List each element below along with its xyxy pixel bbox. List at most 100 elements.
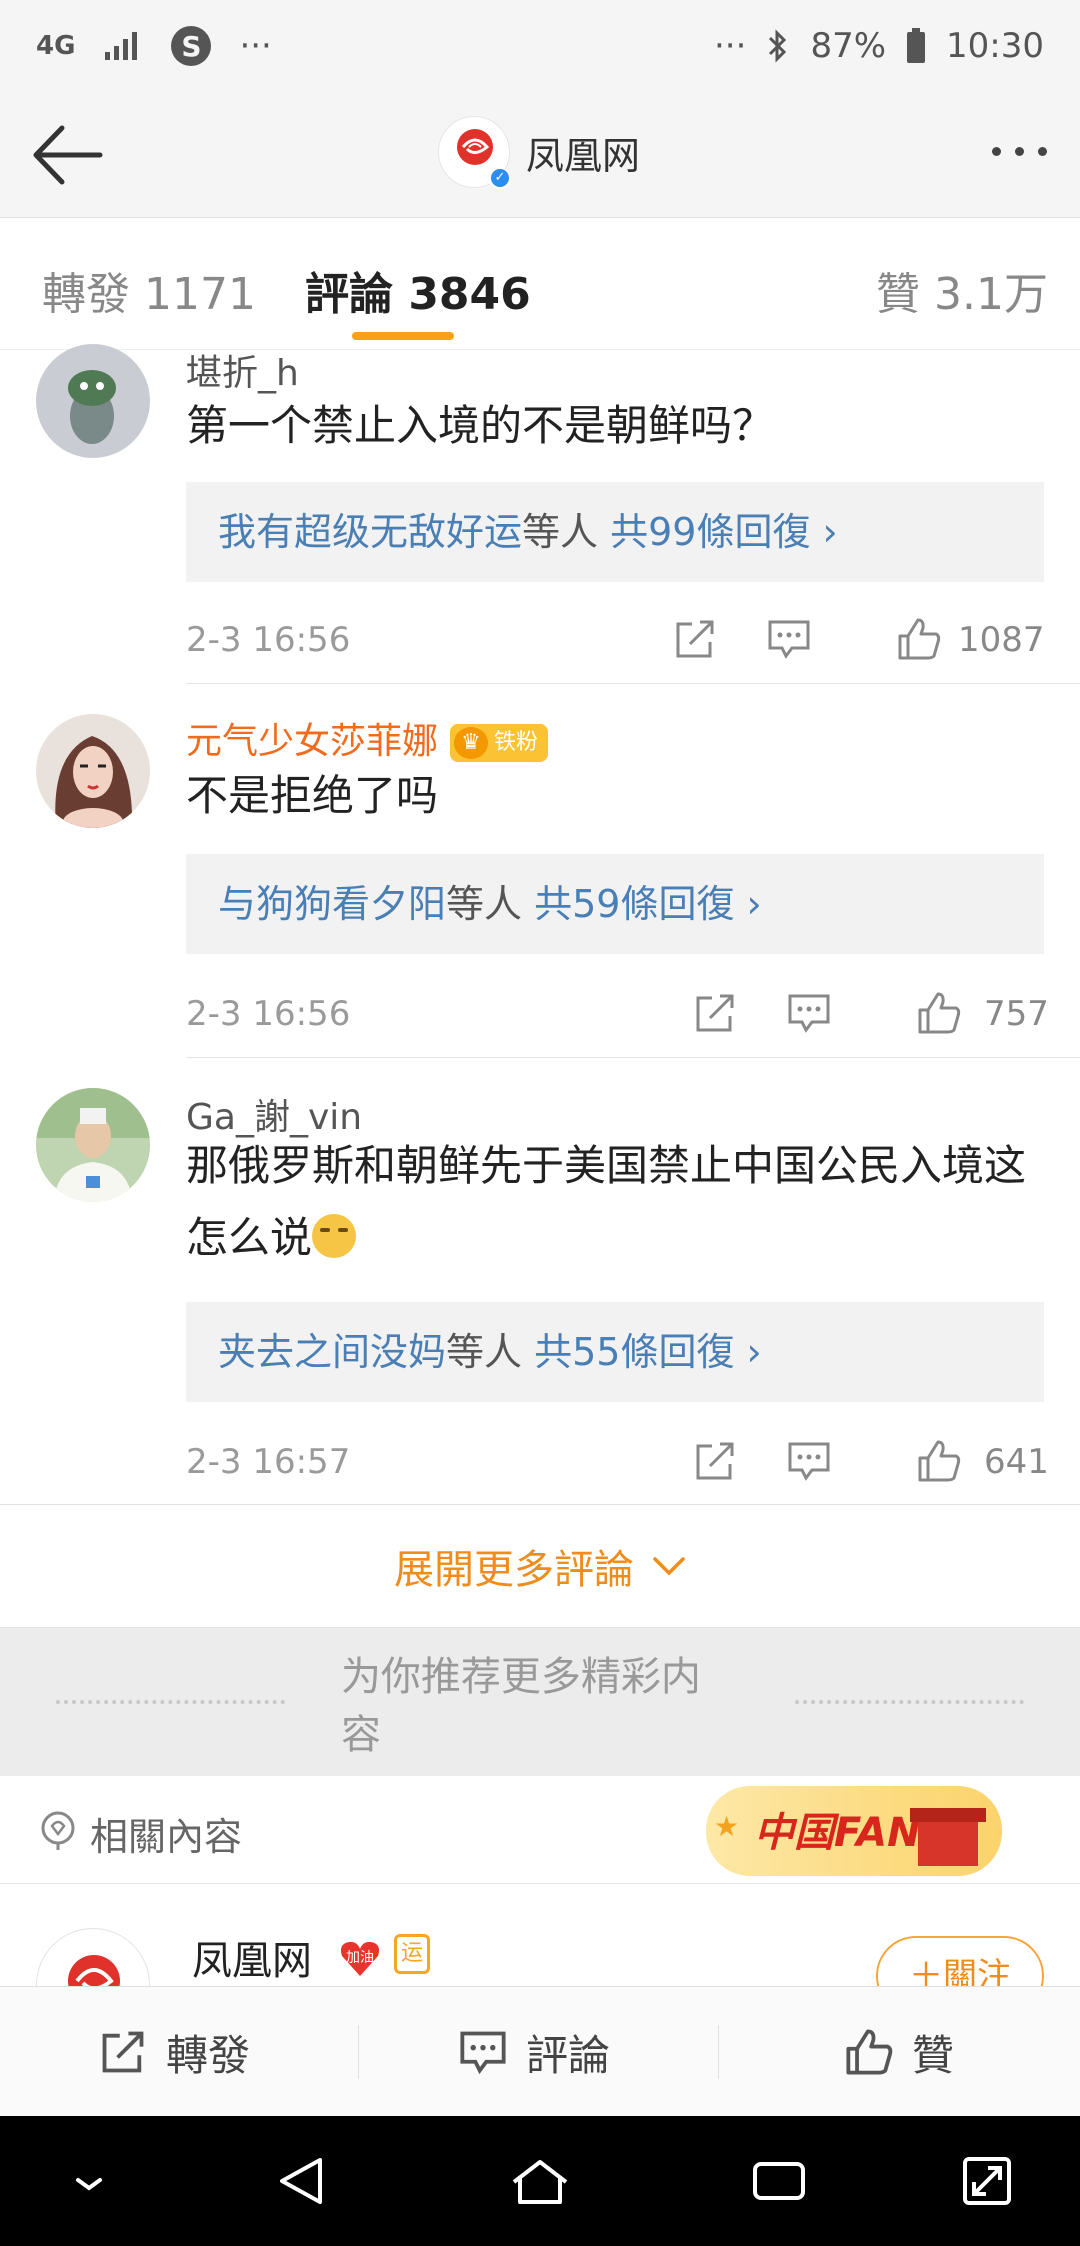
replies-preview[interactable]: 我有超级无敌好运等人 共99條回復 › (186, 482, 1044, 582)
feed-account-name[interactable]: 凤凰网 (192, 1928, 312, 1986)
comment-text-body: 那俄罗斯和朝鲜先于美国禁止中国公民入境这怎么说 (186, 1141, 1027, 1262)
notification-dots: ··· (239, 26, 272, 66)
comment-item: 堪折_h 第一个禁止入境的不是朝鲜吗？ 我有超级无敌好运等人 共99條回復 › … (0, 344, 1080, 684)
fan-badge: ♛ 铁粉 (450, 724, 549, 762)
comment-username[interactable]: 元气少女莎菲娜 ♛ 铁粉 (186, 712, 549, 764)
share-icon[interactable] (692, 990, 738, 1036)
reply-user[interactable]: 与狗狗看夕阳 (218, 882, 446, 926)
divider (358, 2025, 359, 2079)
avatar[interactable] (36, 1928, 150, 1986)
like-count: 757 (984, 994, 1049, 1034)
share-icon[interactable] (672, 616, 718, 662)
comment-icon[interactable] (786, 1438, 832, 1484)
repost-icon (102, 2031, 144, 2073)
status-bar: 4G S ··· ··· 87% 10:30 (0, 0, 1080, 92)
related-label: 相關內容 (90, 1815, 243, 1859)
active-tab-indicator (352, 332, 454, 340)
expand-label: 展開更多評論 (394, 1547, 634, 1593)
comment-item: Ga_謝_vin 那俄罗斯和朝鲜先于美国禁止中国公民入境这怎么说 夹去之间没妈等… (0, 1058, 1080, 1504)
follow-button[interactable]: ＋關注 (876, 1936, 1044, 1986)
account-header[interactable]: ✓ 凤凰网 (438, 116, 641, 189)
comment-time: 2-3 16:56 (186, 620, 351, 660)
repost-label: 轉發 (166, 2030, 251, 2080)
comment-username[interactable]: 堪折_h (186, 354, 299, 396)
heart-badge-label: 加油 (346, 1950, 374, 1966)
tab-likes[interactable]: 贊 3.1万 (876, 258, 1048, 322)
replies-preview[interactable]: 夹去之间没妈等人 共55條回復 › (186, 1302, 1044, 1402)
reply-count-link[interactable]: 共55條回復 › (534, 1330, 762, 1374)
comment-icon[interactable] (766, 616, 812, 662)
avatar[interactable] (36, 344, 150, 458)
clock: 10:30 (946, 26, 1044, 66)
share-icon[interactable] (692, 1438, 738, 1484)
like-button[interactable]: 贊 (844, 1987, 954, 2117)
comment-icon (460, 2031, 506, 2075)
star-icon: ★ (714, 1810, 740, 1843)
reply-count-link[interactable]: 共59條回復 › (534, 882, 762, 926)
comment-icon[interactable] (786, 990, 832, 1036)
tab-bar: 轉發 1171 評論 3846 贊 3.1万 (0, 218, 1080, 350)
comment-time: 2-3 16:57 (186, 1442, 351, 1482)
like-count: 641 (984, 1442, 1049, 1482)
comment-label: 評論 (526, 2030, 611, 2080)
chevron-down-icon[interactable] (64, 2154, 114, 2208)
avatar[interactable] (36, 1088, 150, 1202)
bottom-action-bar: 轉發 評論 贊 (0, 1986, 1080, 2116)
like-count: 1087 (958, 620, 1045, 660)
reply-suffix: 等人 (446, 1330, 523, 1374)
back-arrow-icon[interactable] (28, 120, 108, 190)
battery-icon (907, 28, 926, 63)
bluetooth-icon (769, 29, 787, 63)
related-content-row[interactable]: 相關內容 ★ 中国FANS (0, 1778, 1080, 1884)
fan-badge-label: 铁粉 (494, 730, 539, 755)
china-fans-banner[interactable]: ★ 中国FANS (706, 1786, 1002, 1876)
expand-screen-icon[interactable] (960, 2154, 1014, 2208)
verified-icon: ✓ (489, 167, 511, 189)
replies-preview[interactable]: 与狗狗看夕阳等人 共59條回復 › (186, 854, 1044, 954)
location-pin-icon (41, 1811, 75, 1850)
reply-count-link[interactable]: 共99條回復 › (610, 510, 838, 554)
more-options-icon[interactable] (984, 136, 1054, 166)
like-icon (846, 2029, 893, 2075)
recent-apps-icon[interactable] (750, 2154, 808, 2208)
comment-text: 那俄罗斯和朝鲜先于美国禁止中国公民入境这怎么说 (186, 1130, 1046, 1274)
like-icon[interactable] (916, 1438, 962, 1484)
comment-meta: 2-3 16:57 641 (186, 1438, 1049, 1488)
signal-icon (105, 32, 138, 60)
status-dots: ··· (714, 26, 747, 66)
comment-text: 第一个禁止入境的不是朝鲜吗？ (186, 401, 775, 450)
top-navigation-bar: ✓ 凤凰网 (0, 92, 1080, 218)
battery-percent: 87% (810, 26, 887, 66)
comment-button[interactable]: 評論 (458, 1987, 610, 2117)
system-navigation-bar (0, 2116, 1080, 2246)
feed-item: 凤凰网 加油 运 ＋關注 (0, 1886, 1080, 1986)
home-icon[interactable] (508, 2154, 572, 2208)
ifeng-logo-icon: ✓ (438, 116, 511, 189)
like-icon[interactable] (916, 990, 962, 1036)
expand-more-comments-button[interactable]: 展開更多評論 (0, 1504, 1080, 1628)
comment-meta: 2-3 16:56 1087 (186, 616, 1045, 666)
tab-comments[interactable]: 評論 3846 (305, 258, 531, 322)
comment-text: 不是拒绝了吗 (186, 771, 439, 820)
like-icon[interactable] (896, 616, 942, 662)
chevron-down-icon (653, 1557, 685, 1576)
username-text[interactable]: 元气少女莎菲娜 (186, 721, 438, 762)
tiananmen-icon (910, 1808, 986, 1866)
avatar[interactable] (36, 714, 150, 828)
tab-reposts[interactable]: 轉發 1171 (42, 258, 256, 322)
back-triangle-icon[interactable] (274, 2154, 328, 2208)
reply-user[interactable]: 夹去之间没妈 (218, 1330, 446, 1374)
reply-user[interactable]: 我有超级无敌好运 (218, 510, 522, 554)
dotted-line (56, 1700, 285, 1704)
page-title: 凤凰网 (526, 133, 641, 178)
reply-suffix: 等人 (522, 510, 599, 554)
recommend-section-header: 为你推荐更多精彩内容 (0, 1628, 1080, 1776)
comment-item: 元气少女莎菲娜 ♛ 铁粉 不是拒绝了吗 与狗狗看夕阳等人 共59條回復 › 2-3 … (0, 684, 1080, 1058)
divider (718, 2025, 719, 2079)
like-label: 贊 (912, 2030, 955, 2080)
feed-badge: 运 (394, 1934, 430, 1974)
app-notification-icon: S (171, 26, 212, 66)
repost-button[interactable]: 轉發 (98, 1987, 250, 2117)
smirk-emoji-icon (312, 1214, 357, 1258)
heart-badge-icon: 加油 (338, 1938, 382, 1978)
